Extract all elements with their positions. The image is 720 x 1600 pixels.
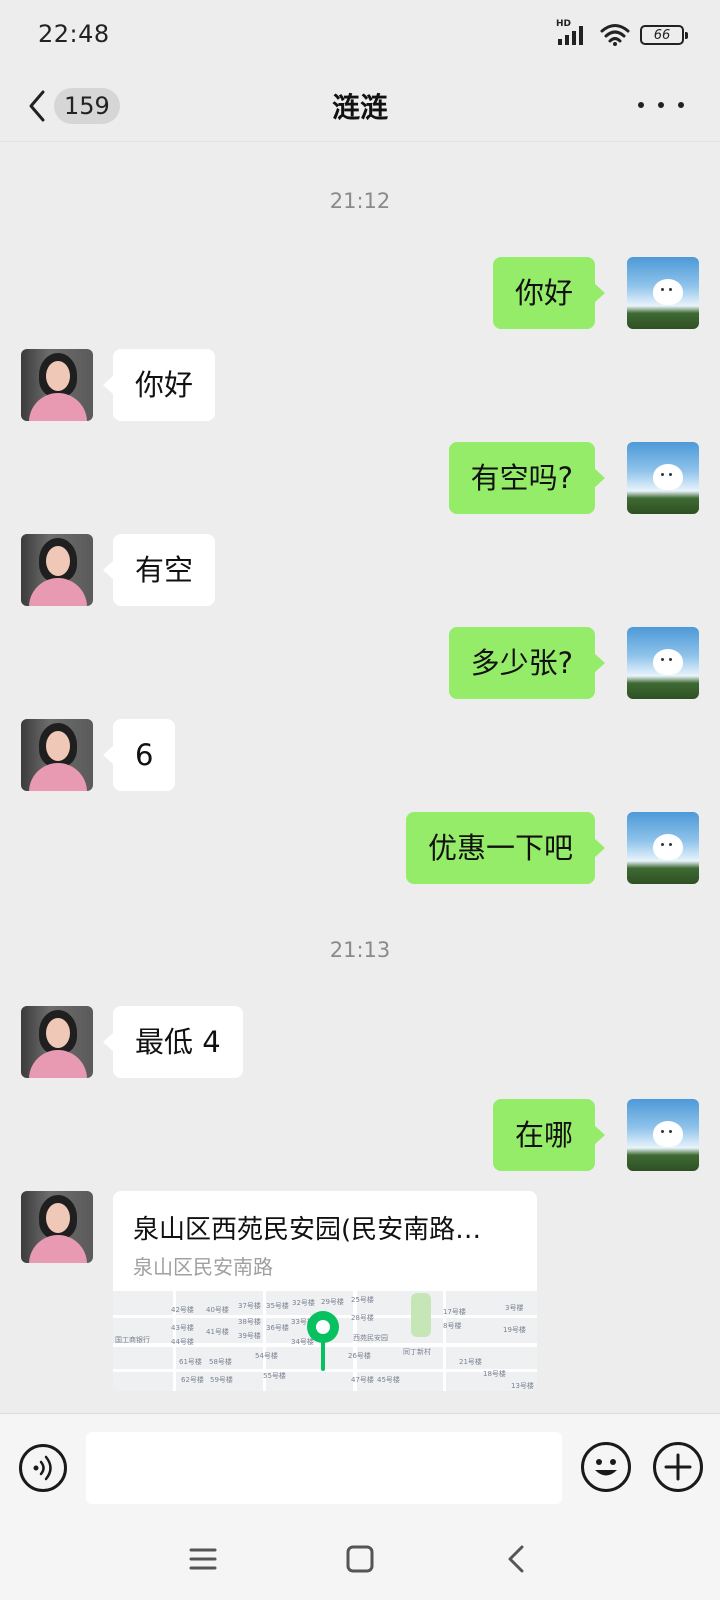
received-message-bubble[interactable]: 你好 [102, 349, 216, 421]
sent-message-bubble[interactable]: 优惠一下吧 [405, 812, 606, 884]
chat-area[interactable]: 21:12 你好 你好 有空吗? 有空 多少张? 6 优惠一下吧 21:13 最… [0, 143, 720, 1413]
map-label: 26号楼 [348, 1352, 371, 1360]
my-avatar[interactable] [627, 1099, 699, 1171]
location-card[interactable]: 泉山区西苑民安园(民安南路… 泉山区民安南路 42号楼 40号楼 37号楼 35… [113, 1191, 537, 1391]
map-label: 55号楼 [263, 1372, 286, 1380]
network-label: HD [556, 19, 572, 29]
my-avatar[interactable] [627, 442, 699, 514]
contact-avatar[interactable] [21, 1006, 93, 1078]
more-actions-button[interactable] [653, 1442, 703, 1492]
map-label: 国工商银行 [115, 1336, 150, 1344]
map-label: 35号楼 [266, 1302, 289, 1310]
contact-avatar[interactable] [21, 349, 93, 421]
plus-icon [664, 1453, 692, 1481]
map-label: 59号楼 [210, 1376, 233, 1384]
map-label: 43号楼 [171, 1324, 194, 1332]
location-pin-icon [307, 1311, 339, 1371]
map-label: 3号楼 [505, 1304, 524, 1312]
message-timestamp: 21:12 [329, 189, 391, 213]
menu-button[interactable] [183, 1539, 223, 1579]
emoji-icon [595, 1459, 617, 1476]
location-title: 泉山区西苑民安园(民安南路… [133, 1215, 482, 1245]
map-label: 32号楼 [292, 1299, 315, 1307]
sent-message-bubble[interactable]: 有空吗? [448, 442, 606, 514]
map-label: 41号楼 [206, 1328, 229, 1336]
voice-button[interactable] [19, 1444, 67, 1492]
map-label: 37号楼 [238, 1302, 261, 1310]
more-dots-icon [638, 102, 644, 108]
battery-icon: 66 [640, 25, 688, 45]
map-label: 45号楼 [377, 1376, 400, 1384]
map-label: 18号楼 [483, 1370, 506, 1378]
map-label: 58号楼 [209, 1358, 232, 1366]
map-label: 29号楼 [321, 1298, 344, 1306]
map-label: 38号楼 [238, 1318, 261, 1326]
home-button[interactable] [340, 1539, 380, 1579]
received-message-bubble[interactable]: 6 [102, 719, 176, 791]
map-label: 19号楼 [503, 1326, 526, 1334]
map-label: 同丁新村 [403, 1348, 431, 1356]
location-subtitle: 泉山区民安南路 [133, 1255, 273, 1279]
status-bar: 22:48 HD 66 [0, 0, 720, 70]
location-map-preview[interactable]: 42号楼 40号楼 37号楼 35号楼 32号楼 29号楼 25号楼 43号楼 … [113, 1291, 537, 1391]
message-input[interactable] [86, 1432, 562, 1504]
system-back-button[interactable] [497, 1539, 537, 1579]
map-label: 8号楼 [443, 1322, 462, 1330]
map-label: 44号楼 [171, 1338, 194, 1346]
status-time: 22:48 [38, 20, 110, 48]
emoji-button[interactable] [581, 1442, 631, 1492]
map-label: 17号楼 [443, 1308, 466, 1316]
home-icon [346, 1545, 374, 1573]
contact-avatar[interactable] [21, 1191, 93, 1263]
map-label: 39号楼 [238, 1332, 261, 1340]
map-label: 47号楼 [351, 1376, 374, 1384]
more-button[interactable] [638, 90, 684, 120]
map-label: 25号楼 [351, 1296, 374, 1304]
map-label: 28号楼 [351, 1314, 374, 1322]
system-navigation-bar [0, 1523, 720, 1600]
contact-avatar[interactable] [21, 534, 93, 606]
map-label: 42号楼 [171, 1306, 194, 1314]
my-avatar[interactable] [627, 627, 699, 699]
message-timestamp: 21:13 [329, 938, 391, 962]
voice-icon [33, 1455, 52, 1481]
received-message-bubble[interactable]: 有空 [102, 534, 216, 606]
input-bar [0, 1413, 720, 1523]
map-label: 61号楼 [179, 1358, 202, 1366]
map-label: 54号楼 [255, 1352, 278, 1360]
back-icon [508, 1545, 524, 1573]
sent-message-bubble[interactable]: 多少张? [448, 627, 606, 699]
signal-icon: HD [556, 19, 590, 47]
received-message-bubble[interactable]: 最低 4 [103, 1006, 243, 1078]
chat-title: 涟涟 [331, 91, 388, 124]
map-label: 36号楼 [266, 1324, 289, 1332]
map-label: 13号楼 [511, 1382, 534, 1390]
sent-message-bubble[interactable]: 你好 [492, 257, 606, 329]
my-avatar[interactable] [627, 257, 699, 329]
map-label: 40号楼 [206, 1306, 229, 1314]
chat-header: 159 涟涟 [0, 70, 720, 142]
menu-icon [189, 1548, 217, 1570]
wifi-icon [600, 24, 630, 46]
map-label: 62号楼 [181, 1376, 204, 1384]
status-icons: HD 66 [556, 19, 688, 50]
map-label: 西苑民安园 [353, 1334, 388, 1342]
my-avatar[interactable] [627, 812, 699, 884]
sent-message-bubble[interactable]: 在哪 [492, 1099, 606, 1171]
battery-level: 66 [653, 27, 671, 43]
contact-avatar[interactable] [21, 719, 93, 791]
map-label: 21号楼 [459, 1358, 482, 1366]
